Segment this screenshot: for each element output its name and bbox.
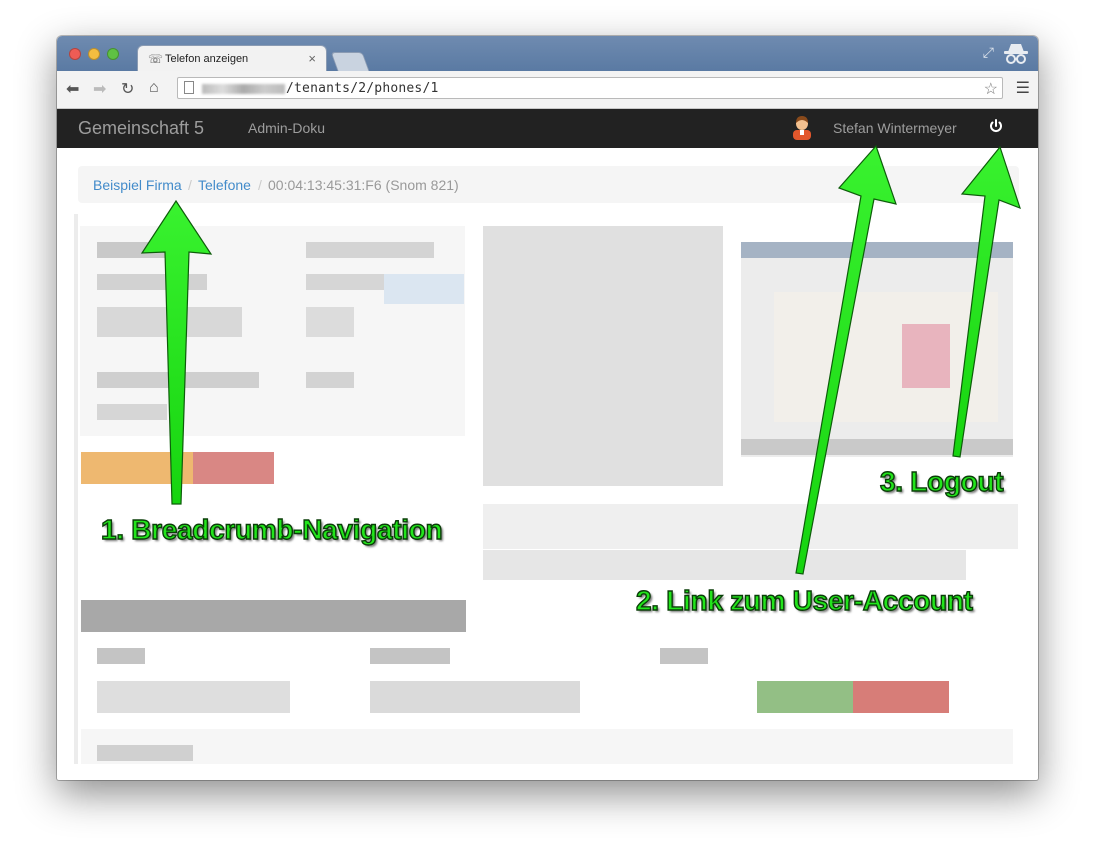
annotation-logout-label: 3. Logout [879, 465, 1004, 497]
arrow-2 [795, 144, 897, 575]
annotation-user-account-label: 2. Link zum User-Account [635, 584, 973, 616]
annotation-breadcrumb-label: 1. Breadcrumb-Navigation [100, 513, 443, 545]
arrow-1 [140, 199, 213, 505]
annotation-arrows [140, 144, 1021, 575]
arrow-3 [952, 145, 1021, 458]
